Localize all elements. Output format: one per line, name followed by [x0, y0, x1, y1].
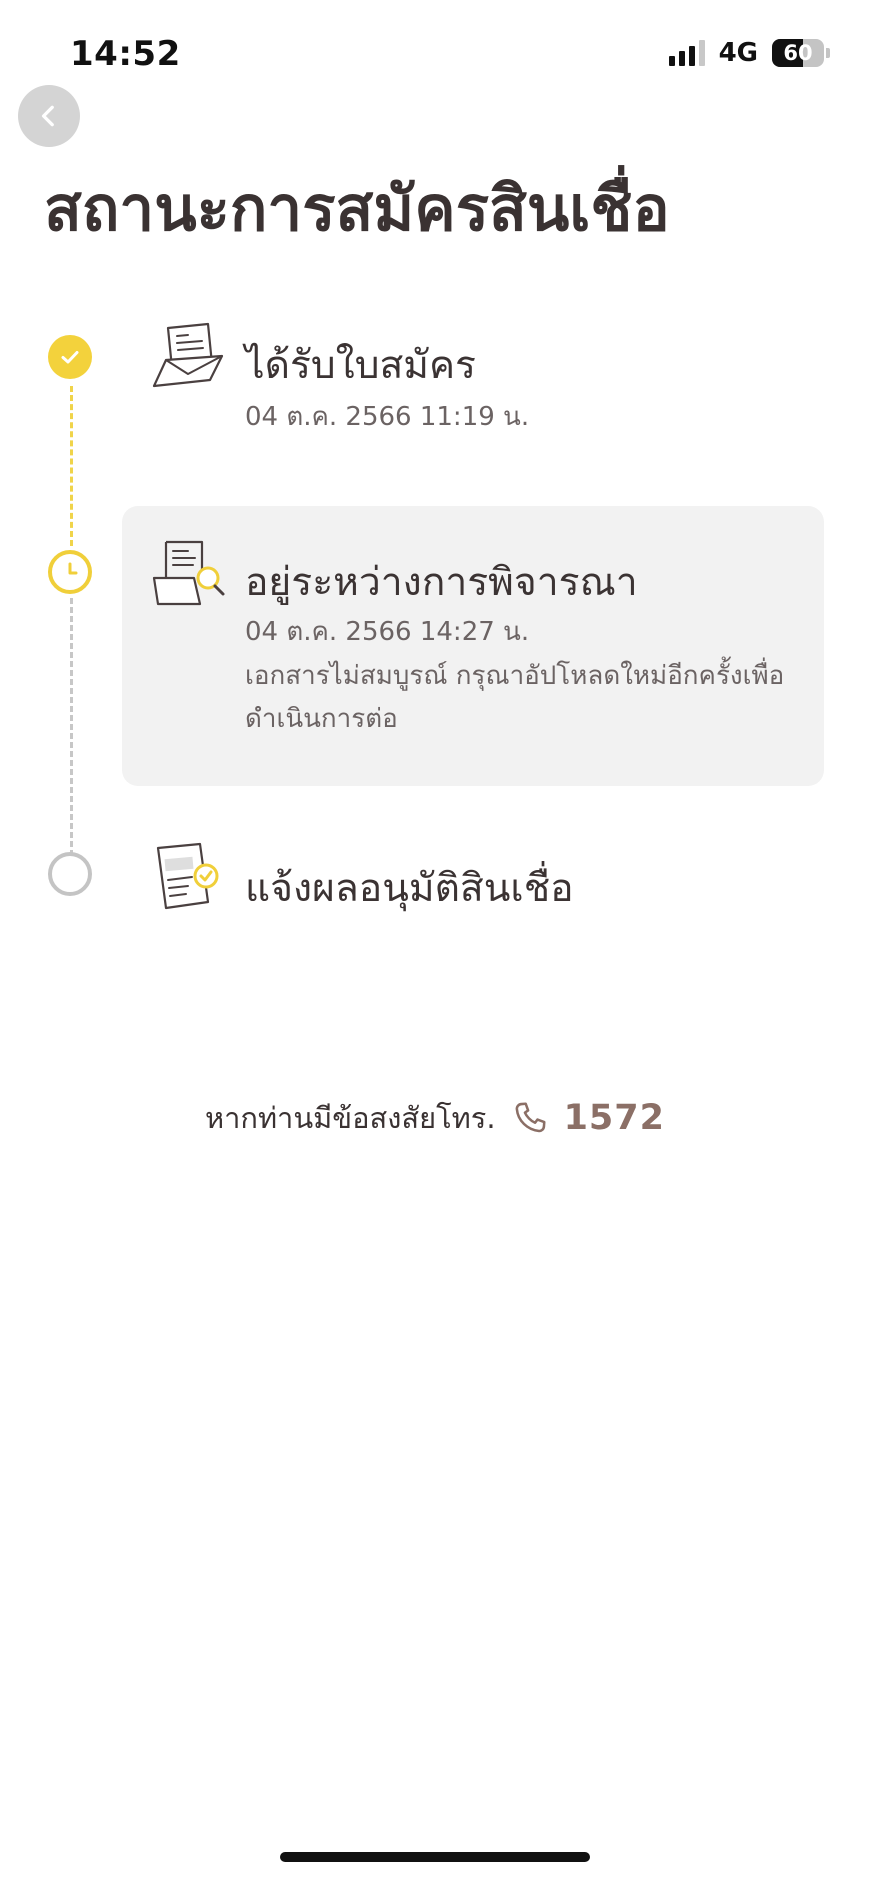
battery-percent: 60 [783, 41, 813, 65]
help-text: หากท่านมีข้อสงสัยโทร. [204, 1101, 496, 1135]
step-done-marker [48, 335, 92, 379]
step-title-review: อยู่ระหว่างการพิจารณา [245, 560, 638, 605]
step-current-marker [48, 550, 92, 594]
check-icon [61, 351, 79, 364]
step-note-line1: เอกสารไม่สมบูรณ์ กรุณาอัปโหลดใหม่อีกครั้… [245, 661, 785, 691]
chevron-left-icon [41, 105, 54, 127]
step-timestamp-received: 04 ต.ค. 2566 11:19 น. [245, 402, 530, 432]
approval-document-icon [156, 842, 219, 910]
phone-icon[interactable] [510, 1098, 550, 1138]
document-search-icon [152, 540, 225, 606]
phone-number-link[interactable]: 1572 [564, 1098, 665, 1138]
home-indicator[interactable] [280, 1852, 590, 1862]
battery-icon: 60 [772, 39, 824, 67]
step-note-line2: ดำเนินการต่อ [245, 704, 398, 734]
back-button[interactable] [18, 85, 80, 147]
step-pending-marker [48, 852, 92, 896]
step-timestamp-review: 04 ต.ค. 2566 14:27 น. [245, 617, 530, 647]
timeline-connector-done [70, 386, 73, 546]
signal-strength-icon [668, 40, 705, 66]
step-title-received: ได้รับใบสมัคร [245, 343, 476, 388]
battery-tip [826, 48, 830, 58]
status-indicators: 4G 60 [668, 38, 830, 68]
status-time: 14:52 [70, 34, 181, 74]
network-type: 4G [718, 38, 758, 68]
application-form-icon [152, 322, 224, 388]
step-title-approval: แจ้งผลอนุมัติสินเชื่อ [245, 866, 574, 911]
clock-icon [68, 562, 78, 575]
timeline-connector-pending [70, 598, 73, 856]
help-contact-row[interactable]: หากท่านมีข้อสงสัยโทร. 1572 [0, 1095, 870, 1141]
page-title: สถานะการสมัครสินเชื่อ [44, 172, 670, 245]
